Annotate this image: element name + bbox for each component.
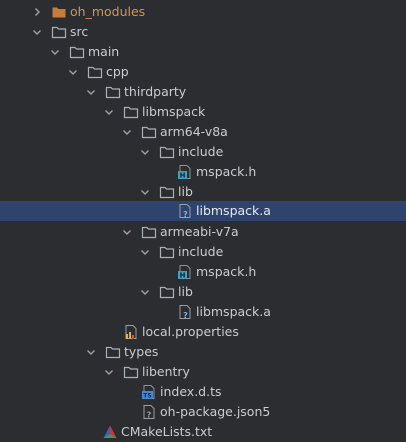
- tree-item-label: local.properties: [142, 324, 239, 339]
- folder-icon: [141, 224, 157, 240]
- tree-item-local-properties[interactable]: local.properties: [0, 322, 406, 342]
- tree-item-cmakelists[interactable]: CMakeLists.txt: [0, 422, 406, 442]
- tree-item-label: lib: [178, 184, 193, 199]
- folder-icon: [159, 144, 175, 160]
- tree-item-label: index.d.ts: [160, 384, 222, 399]
- typescript-file-icon: TS: [141, 384, 157, 400]
- folder-icon: [159, 284, 175, 300]
- tree-item-types[interactable]: types: [0, 342, 406, 362]
- folder-icon: [87, 64, 103, 80]
- tree-item-label: oh_modules: [70, 4, 146, 19]
- chevron-down-icon[interactable]: [119, 122, 135, 142]
- folder-excluded-icon: [51, 4, 67, 20]
- tree-item-arm64-mspack-h[interactable]: H mspack.h: [0, 162, 406, 182]
- header-file-icon: H: [177, 164, 193, 180]
- tree-item-label: main: [88, 44, 120, 59]
- folder-icon: [51, 24, 67, 40]
- json5-file-icon: ?: [141, 404, 157, 420]
- tree-item-label: armeabi-v7a: [160, 224, 239, 239]
- tree-item-armeabi-mspack-h[interactable]: H mspack.h: [0, 262, 406, 282]
- svg-text:H: H: [180, 272, 186, 280]
- tree-item-label: libentry: [142, 364, 190, 379]
- properties-file-icon: [123, 324, 139, 340]
- tree-item-label: src: [70, 24, 89, 39]
- folder-icon: [69, 44, 85, 60]
- chevron-down-icon[interactable]: [29, 22, 45, 42]
- chevron-down-icon[interactable]: [83, 342, 99, 362]
- chevron-down-icon[interactable]: [101, 102, 117, 122]
- chevron-down-icon[interactable]: [137, 142, 153, 162]
- folder-icon: [141, 124, 157, 140]
- cmake-file-icon: [102, 424, 118, 440]
- tree-item-libmspack[interactable]: libmspack: [0, 102, 406, 122]
- folder-icon: [123, 364, 139, 380]
- tree-item-libentry[interactable]: libentry: [0, 362, 406, 382]
- tree-item-thirdparty[interactable]: thirdparty: [0, 82, 406, 102]
- project-tree: oh_modules src main cpp thirdparty libms…: [0, 0, 406, 441]
- folder-icon: [123, 104, 139, 120]
- chevron-down-icon[interactable]: [137, 242, 153, 262]
- tree-item-src[interactable]: src: [0, 22, 406, 42]
- tree-item-label: libmspack.a: [196, 203, 271, 218]
- chevron-down-icon[interactable]: [47, 42, 63, 62]
- tree-item-label: thirdparty: [124, 84, 187, 99]
- svg-text:?: ?: [147, 411, 152, 420]
- tree-item-arm64-include[interactable]: include: [0, 142, 406, 162]
- tree-item-cpp[interactable]: cpp: [0, 62, 406, 82]
- tree-item-label: mspack.h: [196, 264, 257, 279]
- chevron-down-icon[interactable]: [137, 282, 153, 302]
- svg-text:H: H: [180, 172, 186, 180]
- tree-item-oh-package-json5[interactable]: ? oh-package.json5: [0, 402, 406, 422]
- folder-icon: [105, 344, 121, 360]
- tree-item-label: oh-package.json5: [160, 404, 271, 419]
- header-file-icon: H: [177, 264, 193, 280]
- chevron-right-icon[interactable]: [29, 2, 45, 22]
- chevron-down-icon[interactable]: [119, 222, 135, 242]
- tree-item-label: include: [178, 144, 224, 159]
- tree-item-armeabi-lib[interactable]: lib: [0, 282, 406, 302]
- tree-item-armeabi-libmspack-a[interactable]: ? libmspack.a: [0, 302, 406, 322]
- tree-item-arm64-v8a[interactable]: arm64-v8a: [0, 122, 406, 142]
- folder-icon: [159, 244, 175, 260]
- tree-item-armeabi-include[interactable]: include: [0, 242, 406, 262]
- tree-item-oh-modules[interactable]: oh_modules: [0, 2, 406, 22]
- tree-item-label: libmspack.a: [196, 304, 271, 319]
- tree-item-arm64-libmspack-a[interactable]: ? libmspack.a: [0, 201, 406, 221]
- chevron-down-icon[interactable]: [65, 62, 81, 82]
- chevron-down-icon[interactable]: [83, 82, 99, 102]
- svg-text:?: ?: [183, 311, 188, 320]
- svg-text:?: ?: [183, 210, 188, 219]
- tree-item-label: types: [124, 344, 159, 359]
- tree-item-label: arm64-v8a: [160, 124, 228, 139]
- chevron-down-icon[interactable]: [101, 362, 117, 382]
- tree-item-label: CMakeLists.txt: [121, 424, 213, 439]
- unknown-file-icon: ?: [177, 304, 193, 320]
- tree-item-label: cpp: [106, 64, 129, 79]
- unknown-file-icon: ?: [177, 203, 193, 219]
- tree-item-main[interactable]: main: [0, 42, 406, 62]
- svg-text:TS: TS: [143, 393, 151, 400]
- tree-item-label: mspack.h: [196, 164, 257, 179]
- tree-item-armeabi-v7a[interactable]: armeabi-v7a: [0, 222, 406, 242]
- folder-icon: [105, 84, 121, 100]
- tree-item-index-d-ts[interactable]: TS index.d.ts: [0, 382, 406, 402]
- tree-item-label: include: [178, 244, 224, 259]
- tree-item-label: lib: [178, 284, 193, 299]
- folder-icon: [159, 184, 175, 200]
- tree-item-label: libmspack: [142, 104, 206, 119]
- chevron-down-icon[interactable]: [137, 182, 153, 202]
- tree-item-arm64-lib[interactable]: lib: [0, 182, 406, 202]
